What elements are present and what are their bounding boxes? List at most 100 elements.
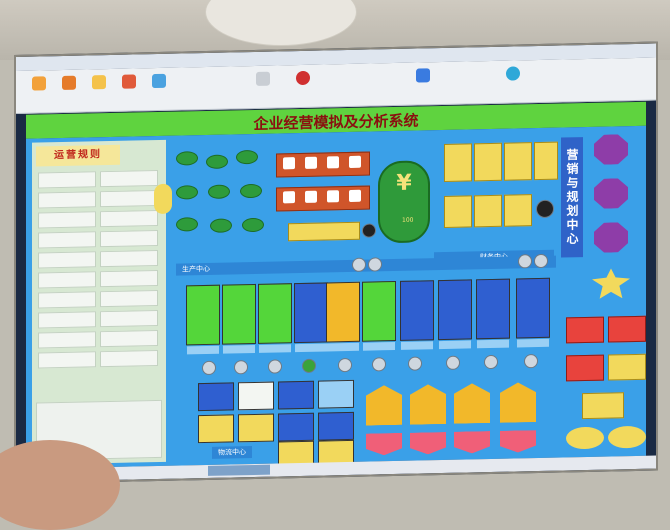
market-order[interactable] [566,316,604,344]
resource-token[interactable] [208,184,230,199]
production-line[interactable] [438,279,472,350]
warehouse-slot[interactable] [278,380,314,410]
resource-token[interactable] [176,217,198,232]
gem-icon[interactable] [594,222,628,253]
production-line[interactable] [476,278,510,349]
market-order[interactable] [608,315,646,343]
cash-token[interactable]: ¥ 100 [378,160,430,244]
finance-slot[interactable] [504,194,532,227]
rules-cell[interactable] [38,191,96,209]
finance-slot[interactable] [474,194,502,228]
factory-icon[interactable] [366,385,402,426]
rules-cell[interactable] [100,289,158,308]
resource-token[interactable] [206,154,228,169]
rules-cell[interactable] [100,189,158,208]
rules-cell[interactable] [100,309,158,328]
rules-cell[interactable] [38,231,96,249]
gem-icon[interactable] [594,134,628,165]
warehouse-slot[interactable] [318,379,354,409]
rules-cell[interactable] [38,271,96,289]
rules-cell[interactable] [38,291,96,309]
warehouse-slot[interactable] [198,414,234,444]
resource-capsule[interactable] [154,183,172,215]
process-button[interactable] [202,360,216,376]
process-button[interactable] [234,360,248,375]
plan-token[interactable] [608,425,646,449]
finance-slot[interactable] [444,195,472,228]
rules-cell[interactable] [38,211,96,229]
resource-token[interactable] [210,218,232,233]
rules-cell[interactable] [38,171,96,189]
cart-icon[interactable] [536,199,554,219]
resource-token[interactable] [240,183,262,199]
process-button[interactable] [446,355,460,370]
rules-cell[interactable] [38,251,96,269]
resource-token[interactable] [242,217,264,233]
production-line[interactable] [186,284,220,355]
gem-icon[interactable] [594,178,628,209]
finance-slot[interactable] [504,142,532,181]
rules-cell[interactable] [38,351,96,369]
toolbar-icon-5[interactable] [152,73,166,89]
toolbar-icon-9[interactable] [506,66,520,81]
rules-cell[interactable] [100,209,158,228]
inventory-bar-1[interactable] [276,151,370,178]
factory-icon[interactable] [454,383,490,424]
market-order[interactable] [582,392,624,420]
factory-icon[interactable] [410,384,446,425]
production-line[interactable] [362,280,396,351]
rules-cell[interactable] [38,331,96,349]
production-line[interactable] [222,283,256,354]
process-button[interactable] [408,356,422,371]
finance-slot[interactable] [474,142,502,182]
order-tag[interactable] [454,431,490,454]
production-line[interactable] [326,281,360,352]
resource-token[interactable] [176,185,198,200]
inventory-bar-2[interactable] [276,185,370,212]
process-button[interactable] [268,359,282,374]
toolbar-icon-3[interactable] [92,75,106,90]
toolbar-icon-7[interactable] [296,70,310,86]
resource-token[interactable] [176,151,198,166]
process-button[interactable] [338,357,352,373]
rules-cell[interactable] [100,349,158,368]
warehouse-slot[interactable] [278,412,314,442]
process-button[interactable] [372,357,386,372]
warehouse-slot[interactable] [198,382,234,412]
finance-slot[interactable] [534,141,558,181]
production-line[interactable] [258,283,292,353]
cart-icon[interactable] [362,223,376,238]
production-line[interactable] [516,277,550,348]
factory-icon[interactable] [500,382,536,423]
warehouse-slot[interactable] [238,381,274,411]
order-tag[interactable] [500,430,536,453]
inventory-bar-3[interactable] [288,221,360,242]
rules-cell[interactable] [100,169,158,188]
rules-cell[interactable] [100,249,158,268]
process-button[interactable] [484,354,498,370]
order-tag[interactable] [366,433,402,456]
toolbar-icon-2[interactable] [62,75,76,90]
finance-slot[interactable] [444,143,472,182]
toolbar-icon-1[interactable] [32,76,46,91]
toolbar-icon-8[interactable] [416,68,430,83]
rules-cell[interactable] [100,329,158,348]
taskbar-window-button[interactable] [208,464,270,476]
rules-cell[interactable] [100,269,158,288]
process-button[interactable] [302,358,316,373]
toolbar-icon-6[interactable] [256,71,270,86]
market-order[interactable] [608,353,646,381]
rules-cell[interactable] [100,229,158,248]
star-icon[interactable] [592,268,630,299]
production-line[interactable] [400,280,434,350]
rules-cell[interactable] [38,311,96,329]
order-tag[interactable] [410,432,446,455]
market-order[interactable] [566,354,604,382]
warehouse-slot[interactable] [318,411,354,441]
warehouse-slot[interactable] [238,413,274,443]
process-button[interactable] [524,354,538,369]
resource-token[interactable] [236,149,258,165]
plan-token[interactable] [566,426,604,450]
production-line[interactable] [294,282,328,353]
toolbar-icon-4[interactable] [122,74,136,89]
